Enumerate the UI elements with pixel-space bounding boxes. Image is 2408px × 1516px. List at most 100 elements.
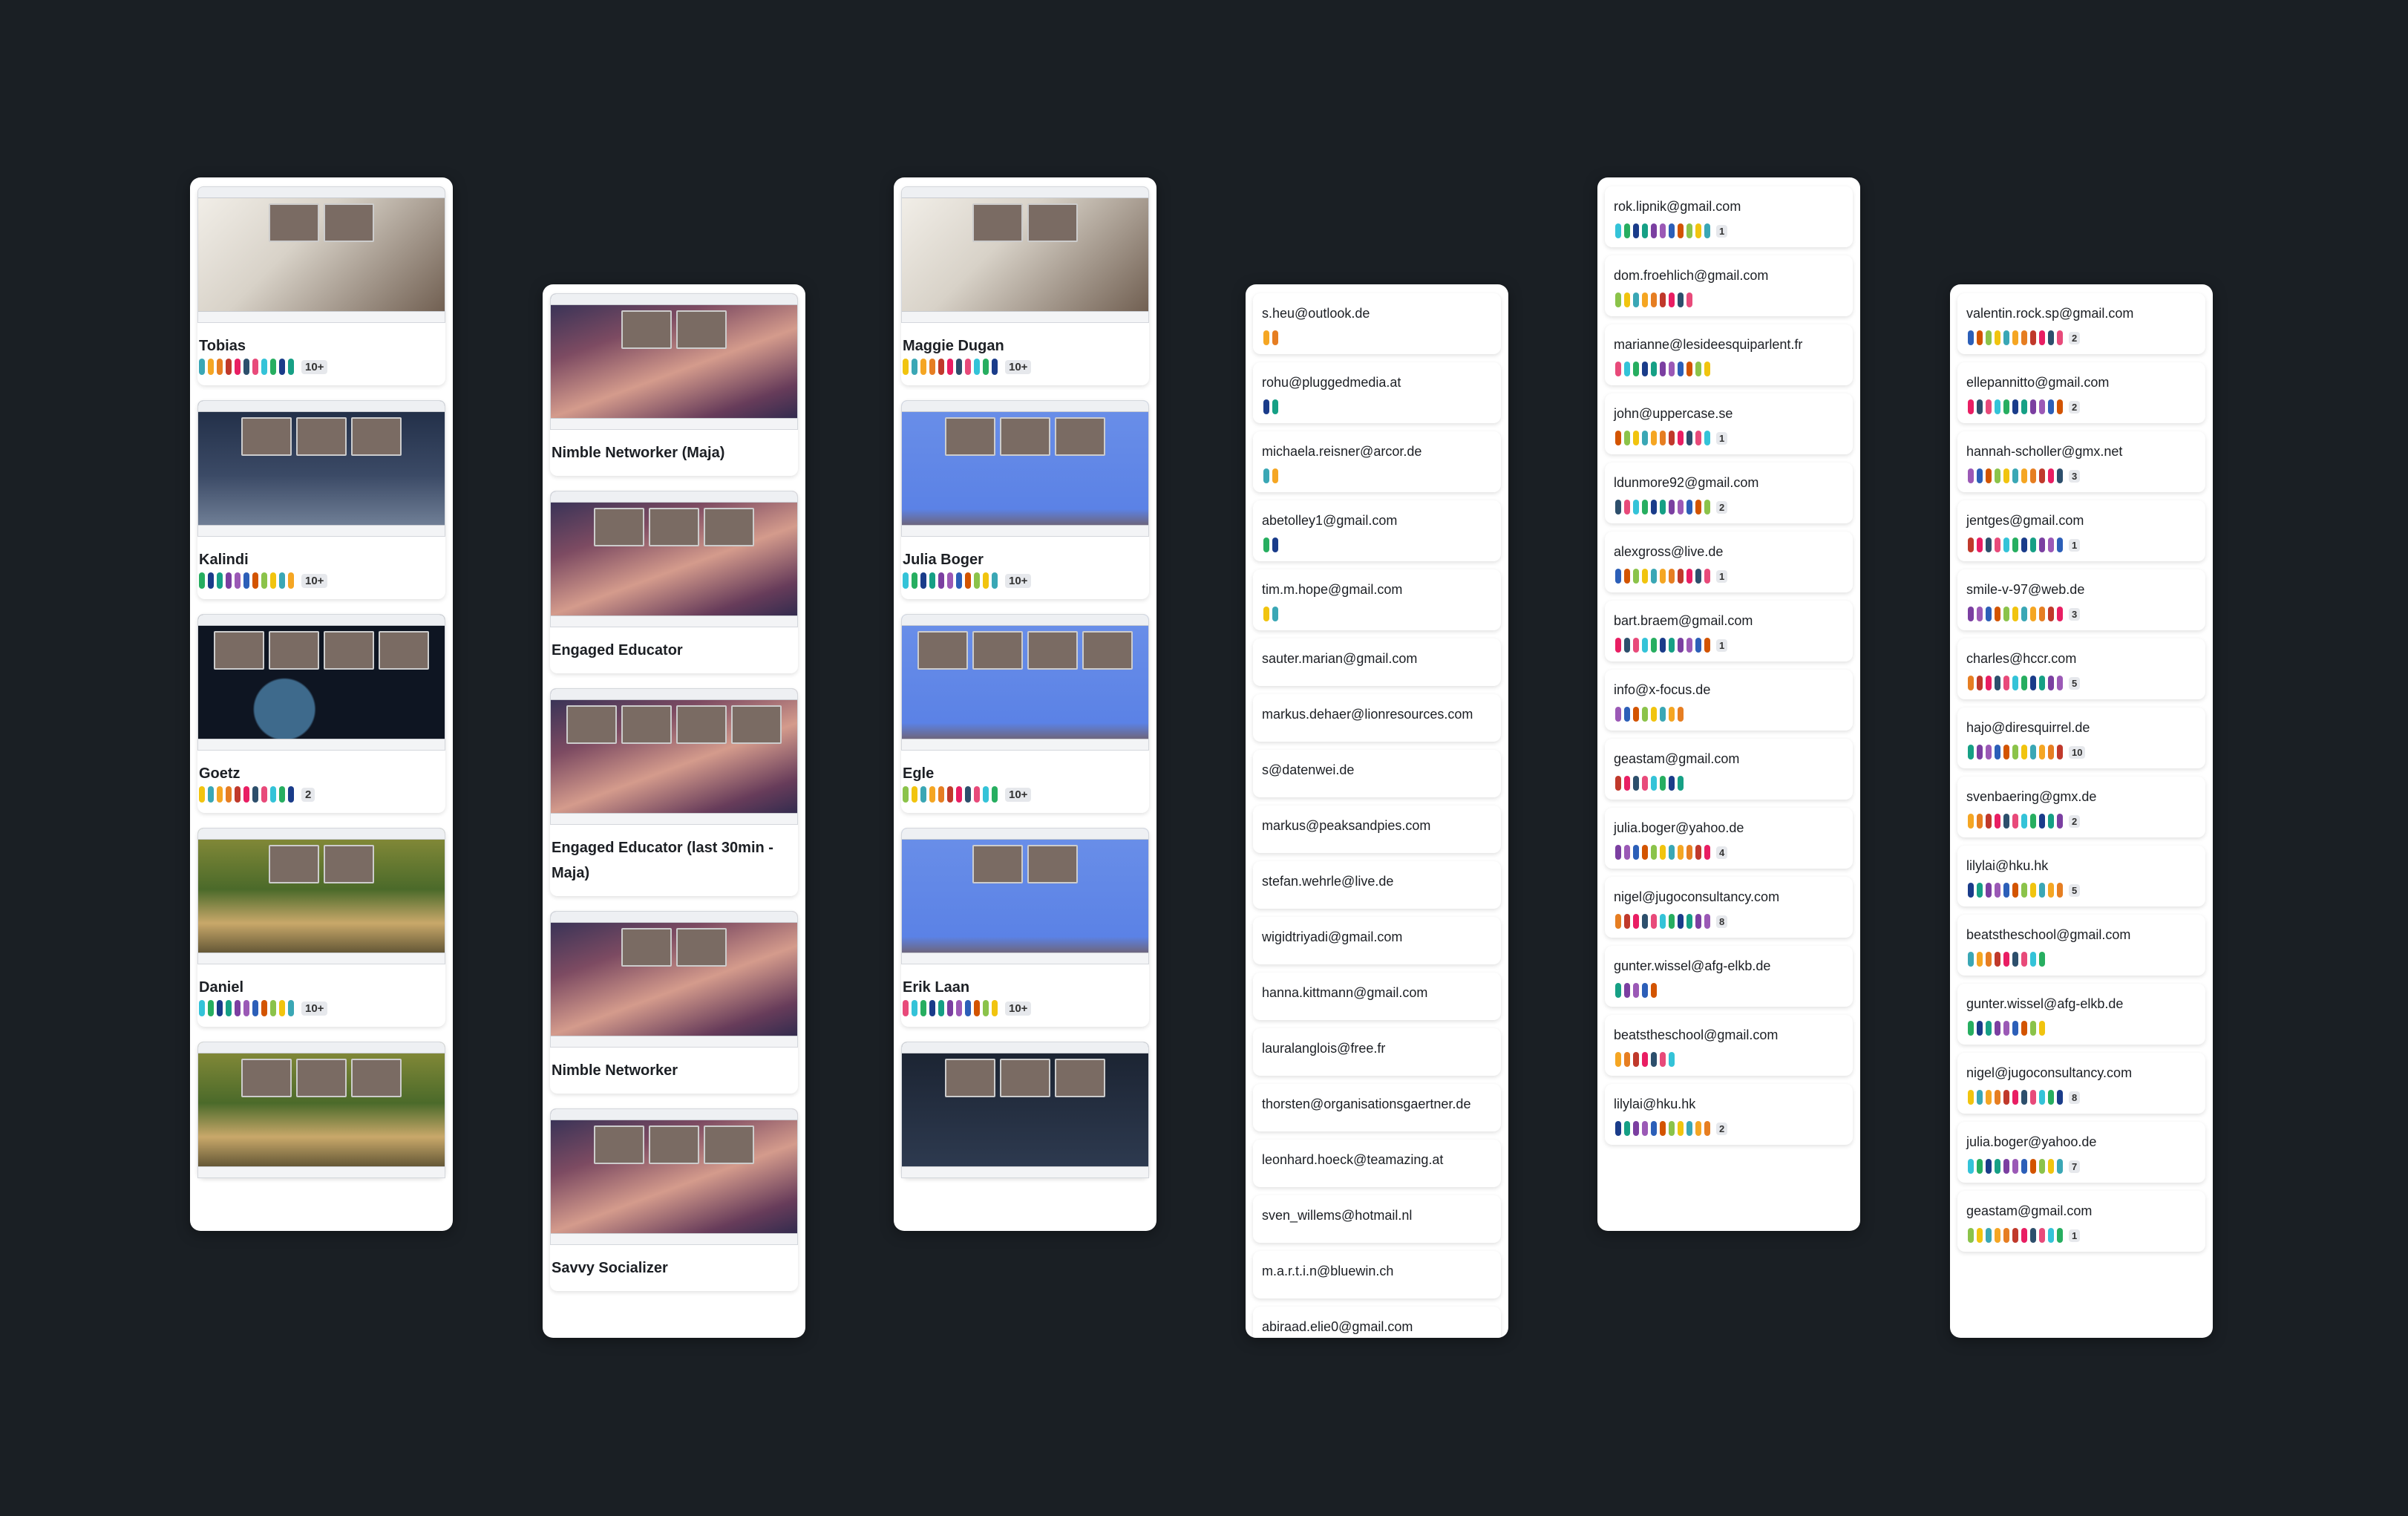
participant-card[interactable]: stefan.wehrle@live.de [1253,861,1501,909]
video-tile [594,508,644,546]
session-thumbnail[interactable] [197,186,445,323]
session-card[interactable]: Erik Laan 10+ [901,828,1149,1027]
session-card[interactable]: Savvy Socializer [550,1108,798,1291]
participant-dot [2030,1228,2036,1243]
participant-card[interactable]: sauter.marian@gmail.com [1253,638,1501,686]
participant-card[interactable]: tim.m.hope@gmail.com [1253,569,1501,630]
participant-dot [1272,399,1278,414]
participant-card[interactable]: julia.boger@yahoo.de 4 [1605,808,1853,869]
participant-card[interactable]: markus.dehaer@lionresources.com [1253,694,1501,742]
participant-card[interactable]: sven_willems@hotmail.nl [1253,1195,1501,1243]
email-column-1[interactable]: s.heu@outlook.de rohu@pluggedmedia.at mich… [1246,284,1508,1338]
participant-card[interactable]: abiraad.elie0@gmail.com [1253,1307,1501,1338]
session-card[interactable] [901,1042,1149,1178]
session-card[interactable] [197,1042,445,1178]
session-thumbnail[interactable] [901,828,1149,964]
session-thumbnail[interactable] [901,1042,1149,1178]
session-card[interactable]: Maggie Dugan 10+ [901,186,1149,385]
participant-card[interactable]: beatstheschool@gmail.com [1957,915,2205,976]
participant-dot [1986,952,1992,967]
session-thumbnail[interactable] [197,400,445,537]
participant-card[interactable]: charles@hccr.com 5 [1957,638,2205,699]
participant-card[interactable]: m.a.r.t.i.n@bluewin.ch [1253,1251,1501,1298]
participant-card[interactable]: julia.boger@yahoo.de 7 [1957,1122,2205,1183]
participant-card[interactable]: marianne@lesideesquiparlent.fr [1605,324,1853,385]
participant-card[interactable]: hannah-scholler@gmx.net 3 [1957,431,2205,492]
session-card[interactable]: Julia Boger 10+ [901,400,1149,599]
participant-card[interactable]: jentges@gmail.com 1 [1957,500,2205,561]
session-thumbnail[interactable] [550,688,798,825]
video-tiles [902,203,1148,242]
session-card[interactable]: Egle 10+ [901,614,1149,813]
participant-card[interactable]: gunter.wissel@afg-elkb.de [1957,984,2205,1045]
session-column-2[interactable]: Nimble Networker (Maja) Engaged Educator E… [543,284,805,1338]
participant-card[interactable]: thorsten@organisationsgaertner.de [1253,1084,1501,1131]
participant-dot [208,786,214,803]
participant-dot [983,359,989,375]
session-thumbnail[interactable] [197,614,445,751]
session-thumbnail[interactable] [550,1108,798,1245]
participant-card[interactable]: wigidtriyadi@gmail.com [1253,917,1501,964]
participant-card[interactable]: info@x-focus.de [1605,670,1853,731]
participant-card[interactable]: rok.lipnik@gmail.com 1 [1605,186,1853,247]
participant-card[interactable]: rohu@pluggedmedia.at [1253,362,1501,423]
session-thumbnail[interactable] [901,400,1149,537]
email-column-3[interactable]: valentin.rock.sp@gmail.com 2 ellepannitto@… [1950,284,2213,1338]
participant-color-dots: 5 [1966,883,2196,898]
participant-card[interactable]: alexgross@live.de 1 [1605,532,1853,592]
session-thumbnail[interactable] [197,828,445,964]
participant-dot [912,359,917,375]
participant-dot [1977,676,1983,690]
session-card[interactable]: Tobias 10+ [197,186,445,385]
browser-bar [198,1042,445,1053]
participant-dot [2012,952,2018,967]
video-tile [917,631,968,670]
participant-dot [1704,1121,1710,1136]
participant-card[interactable]: nigel@jugoconsultancy.com 8 [1957,1053,2205,1114]
session-thumbnail[interactable] [901,186,1149,323]
participant-card[interactable]: s.heu@outlook.de [1253,293,1501,354]
participant-card[interactable]: bart.braem@gmail.com 1 [1605,601,1853,661]
participant-card[interactable]: dom.froehlich@gmail.com [1605,255,1853,316]
session-card[interactable]: Engaged Educator [550,491,798,673]
participant-card[interactable]: nigel@jugoconsultancy.com 8 [1605,877,1853,938]
participant-card[interactable]: markus@peaksandpies.com [1253,806,1501,853]
session-column-3[interactable]: Maggie Dugan 10+ Julia Boger 10+ Egle 10+ Erik… [894,177,1156,1231]
participant-card[interactable]: abetolley1@gmail.com [1253,500,1501,561]
participant-card[interactable]: geastam@gmail.com [1605,739,1853,800]
session-thumbnail[interactable] [550,911,798,1048]
session-thumbnail[interactable] [550,293,798,430]
session-card[interactable]: Nimble Networker (Maja) [550,293,798,476]
session-card[interactable]: Goetz 2 [197,614,445,813]
participant-card[interactable]: lilylai@hku.hk 5 [1957,846,2205,906]
participant-card[interactable]: smile-v-97@web.de 3 [1957,569,2205,630]
session-thumbnail[interactable] [901,614,1149,751]
participant-card[interactable]: ellepannitto@gmail.com 2 [1957,362,2205,423]
participant-card[interactable]: geastam@gmail.com 1 [1957,1191,2205,1252]
participant-card[interactable]: gunter.wissel@afg-elkb.de [1605,946,1853,1007]
participant-card[interactable]: leonhard.hoeck@teamazing.at [1253,1140,1501,1187]
participant-dot [1968,538,1974,552]
session-card[interactable]: Engaged Educator (last 30min - Maja) [550,688,798,896]
participant-card[interactable]: valentin.rock.sp@gmail.com 2 [1957,293,2205,354]
session-card[interactable]: Kalindi 10+ [197,400,445,599]
participant-card[interactable]: svenbaering@gmx.de 2 [1957,777,2205,837]
participant-card[interactable]: ldunmore92@gmail.com 2 [1605,463,1853,523]
participant-dot [2012,1159,2018,1174]
participant-card[interactable]: hanna.kittmann@gmail.com [1253,973,1501,1020]
participant-card[interactable]: michaela.reisner@arcor.de [1253,431,1501,492]
session-card[interactable]: Nimble Networker [550,911,798,1094]
participant-card[interactable]: beatstheschool@gmail.com [1605,1015,1853,1076]
participant-card[interactable]: lauralanglois@free.fr [1253,1028,1501,1076]
session-column-1[interactable]: Tobias 10+ Kalindi 10+ Goetz 2 Daniel 10+ [190,177,453,1231]
participant-dot [1660,776,1666,791]
participant-dot [2030,607,2036,621]
session-thumbnail[interactable] [550,491,798,627]
participant-card[interactable]: john@uppercase.se 1 [1605,393,1853,454]
session-thumbnail[interactable] [197,1042,445,1178]
participant-card[interactable]: s@datenwei.de [1253,750,1501,797]
email-column-2[interactable]: rok.lipnik@gmail.com 1 dom.froehlich@gmail… [1597,177,1860,1231]
session-card[interactable]: Daniel 10+ [197,828,445,1027]
participant-card[interactable]: hajo@diresquirrel.de 10 [1957,708,2205,768]
participant-card[interactable]: lilylai@hku.hk 2 [1605,1084,1853,1145]
